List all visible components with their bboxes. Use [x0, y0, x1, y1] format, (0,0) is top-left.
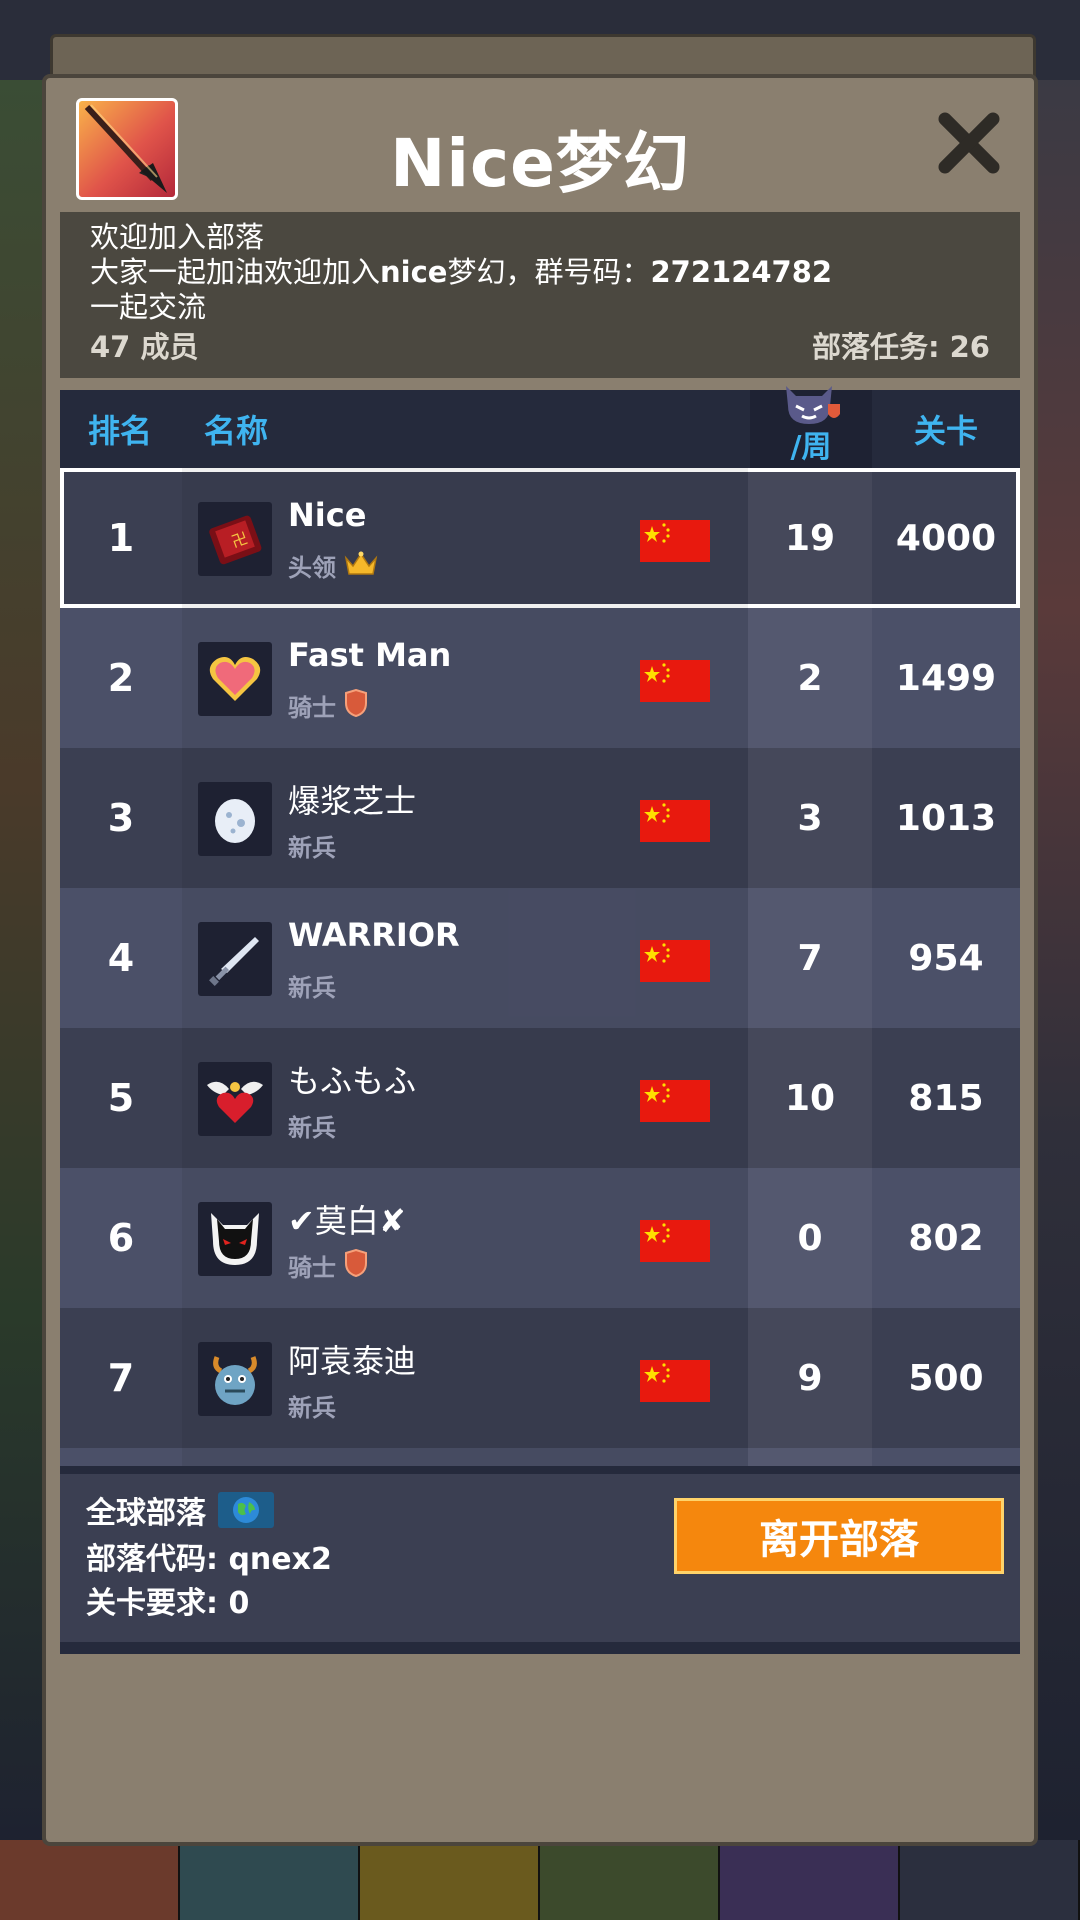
player-role: 骑士	[288, 1248, 368, 1283]
background-left	[0, 80, 44, 1840]
member-table: 排名 名称 /周 关卡 1 卍 Nice 头领 19 4000 2 Fast Man 骑士 2 14…	[60, 386, 1020, 1468]
player-name: Fast Man	[288, 636, 452, 674]
player-role: 新兵	[288, 974, 336, 1002]
player-name: 爆浆芝士	[288, 782, 417, 820]
clan-description: 欢迎加入部落 大家一起加油欢迎加入nice梦幻，群号码：272124782 一起…	[60, 212, 1020, 378]
rank-cell: 4	[107, 936, 135, 980]
level-cell: 500	[908, 1357, 984, 1399]
weekly-cell: 4	[748, 1448, 872, 1468]
level-cell: 1013	[895, 797, 997, 839]
name-cell: 车突突新兵	[182, 1448, 748, 1468]
china-flag-icon	[640, 520, 710, 562]
devil-week-icon	[786, 386, 840, 424]
header-week[interactable]: /周	[750, 386, 872, 468]
player-role: 骑士	[288, 688, 368, 723]
weekly-cell: 2	[748, 608, 872, 748]
weekly-cell: 10	[748, 1028, 872, 1168]
rank-cell: 7	[107, 1356, 135, 1400]
name-cell: 爆浆芝士 新兵	[182, 748, 748, 888]
description-line-2: 大家一起加油欢迎加入nice梦幻，群号码：272124782	[90, 255, 833, 289]
weekly-cell: 3	[748, 748, 872, 888]
player-role: 头领	[288, 548, 378, 583]
header-rank[interactable]: 排名	[60, 390, 180, 468]
description-line-3: 一起交流	[90, 290, 207, 324]
name-cell: もふもふ 新兵	[182, 1028, 748, 1168]
crown-icon	[344, 550, 378, 582]
devil-face-icon	[198, 1202, 272, 1276]
weekly-cell: 0	[748, 1168, 872, 1308]
china-flag-icon	[640, 940, 710, 982]
clan-panel: Nice梦幻 欢迎加入部落 大家一起加油欢迎加入nice梦幻，群号码：27212…	[42, 74, 1038, 1846]
rank-cell: 2	[107, 656, 135, 700]
level-cell: 802	[908, 1217, 984, 1259]
spellbook-icon: 卍	[198, 502, 272, 576]
table-row[interactable]: 3 爆浆芝士 新兵 3 1013	[60, 748, 1020, 888]
rank-cell: 1	[107, 516, 135, 560]
weekly-cell: 19	[748, 468, 872, 608]
player-name: WARRIOR	[288, 916, 460, 954]
header-name[interactable]: 名称	[180, 390, 750, 468]
leave-clan-button[interactable]: 离开部落	[674, 1498, 1004, 1574]
player-name: 阿袁泰迪	[288, 1342, 417, 1380]
table-row[interactable]: 8车突突新兵4462	[60, 1448, 1020, 1468]
weekly-cell: 9	[748, 1308, 872, 1448]
china-flag-icon	[640, 1360, 710, 1402]
player-name: もふもふ	[288, 1062, 417, 1100]
rank-cell: 3	[107, 796, 135, 840]
header-level[interactable]: 关卡	[872, 390, 1020, 468]
level-cell: 4000	[895, 517, 997, 559]
heart-icon	[198, 642, 272, 716]
background-right	[1036, 80, 1080, 1840]
rank-cell: 5	[107, 1076, 135, 1120]
level-cell: 815	[908, 1077, 984, 1119]
rank-cell: 6	[107, 1216, 135, 1260]
name-cell: Fast Man 骑士	[182, 608, 748, 748]
egg-icon	[198, 782, 272, 856]
player-role: 新兵	[288, 1114, 336, 1142]
level-cell: 954	[908, 937, 984, 979]
name-cell: 卍 Nice 头领	[182, 468, 748, 608]
clan-tasks: 部落任务: 26	[811, 330, 990, 364]
clan-title: Nice梦幻	[390, 125, 690, 202]
name-cell: WARRIOR 新兵	[182, 888, 748, 1028]
name-cell: ✔莫白✘ 骑士	[182, 1168, 748, 1308]
table-row[interactable]: 6 ✔莫白✘ 骑士 0 802	[60, 1168, 1020, 1308]
china-flag-icon	[640, 1220, 710, 1262]
china-flag-icon	[640, 1080, 710, 1122]
level-requirement: 关卡要求: 0	[86, 1586, 250, 1621]
china-flag-icon	[640, 660, 710, 702]
shield-icon	[344, 688, 368, 723]
player-role: 新兵	[288, 1394, 336, 1422]
name-cell: 阿袁泰迪 新兵	[182, 1308, 748, 1448]
sword-icon	[198, 922, 272, 996]
china-flag-icon	[640, 800, 710, 842]
member-rows[interactable]: 1 卍 Nice 头领 19 4000 2 Fast Man 骑士 2 1499 3 爆浆芝士 新兵 3 10…	[60, 468, 1020, 1468]
close-icon	[938, 112, 1000, 174]
player-name: ✔莫白✘	[288, 1202, 406, 1240]
level-cell: 1499	[895, 657, 997, 699]
player-role: 新兵	[288, 834, 336, 862]
table-row[interactable]: 7 阿袁泰迪 新兵 9 500	[60, 1308, 1020, 1448]
table-row[interactable]: 2 Fast Man 骑士 2 1499	[60, 608, 1020, 748]
close-button[interactable]	[934, 108, 1004, 178]
table-row[interactable]: 1 卍 Nice 头领 19 4000	[60, 468, 1020, 608]
footer-edge	[60, 1642, 1020, 1654]
shield-icon	[344, 1248, 368, 1283]
global-clan-label: 全球部落	[86, 1496, 206, 1531]
globe-icon	[218, 1492, 274, 1528]
table-row[interactable]: 4 WARRIOR 新兵 7 954	[60, 888, 1020, 1028]
clan-footer: 全球部落 部落代码: qnex2 关卡要求: 0 离开部落	[60, 1466, 1020, 1650]
table-header: 排名 名称 /周 关卡	[60, 386, 1020, 468]
winged-heart-icon	[198, 1062, 272, 1136]
global-clan-line: 全球部落	[86, 1488, 274, 1532]
monster-icon	[198, 1342, 272, 1416]
player-name: Nice	[288, 496, 367, 534]
clan-code: 部落代码: qnex2	[86, 1542, 332, 1577]
table-row[interactable]: 5 もふもふ 新兵 10 815	[60, 1028, 1020, 1168]
background-tab-bar	[0, 1840, 1080, 1920]
member-count: 47 成员	[90, 330, 199, 364]
weekly-cell: 7	[748, 888, 872, 1028]
description-line-1: 欢迎加入部落	[90, 220, 265, 254]
